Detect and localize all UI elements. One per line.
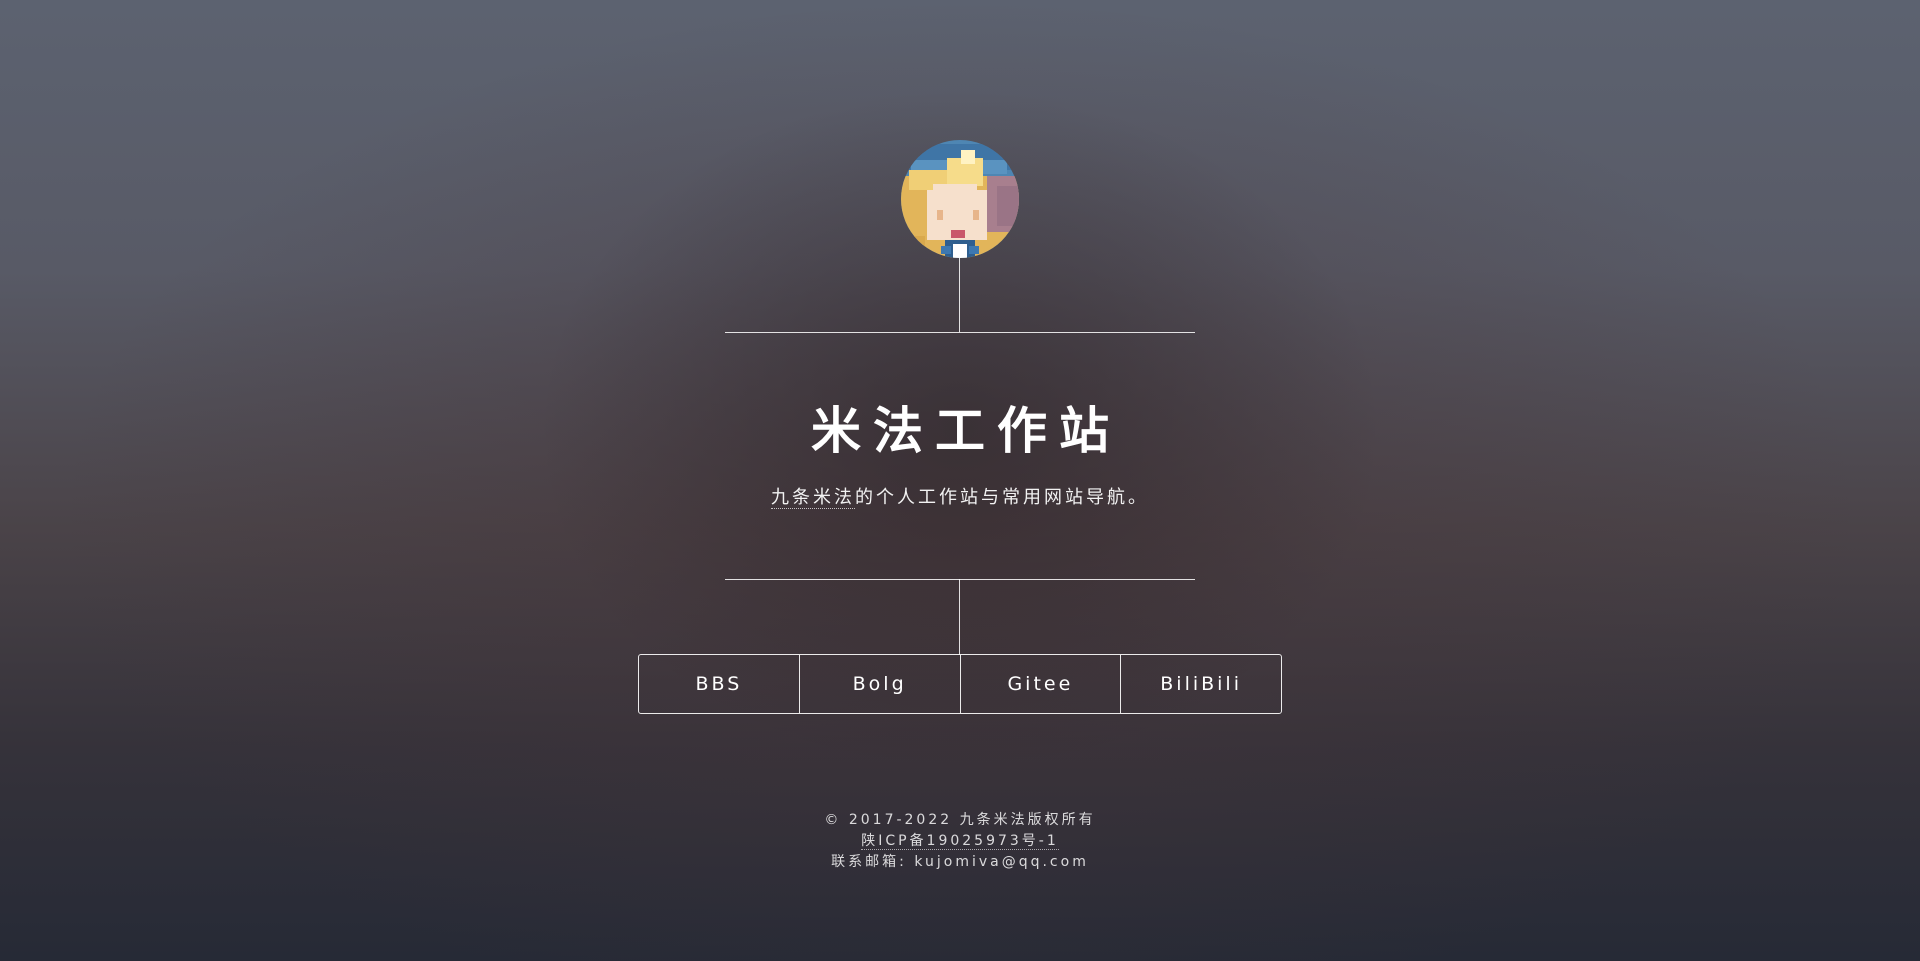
page-title: 米法工作站 — [811, 402, 1121, 460]
divider-top — [725, 332, 1195, 333]
nav-link-bilibili[interactable]: BiliBili — [1121, 655, 1281, 713]
connector-line-bottom — [959, 579, 960, 655]
email-address: kujomiva@qq.com — [914, 854, 1089, 870]
nav-link-bbs[interactable]: BBS — [639, 655, 800, 713]
icp-link[interactable]: 陕ICP备19025973号-1 — [861, 833, 1059, 850]
connector-line-top — [959, 258, 960, 332]
contact-line: 联系邮箱: kujomiva@qq.com — [560, 852, 1360, 873]
nav-link-blog[interactable]: Bolg — [800, 655, 961, 713]
avatar — [901, 140, 1019, 258]
nav-bar: BBS Bolg Gitee BiliBili — [638, 654, 1282, 714]
page-subtitle: 九条米法的个人工作站与常用网站导航。 — [560, 484, 1360, 512]
pixel-anime-avatar-icon — [901, 140, 1019, 258]
nav-link-gitee[interactable]: Gitee — [961, 655, 1122, 713]
copyright-text: © 2017-2022 九条米法版权所有 — [824, 812, 1096, 828]
author-link[interactable]: 九条米法 — [771, 487, 855, 509]
footer: © 2017-2022 九条米法版权所有 陕ICP备19025973号-1 联系… — [560, 810, 1360, 873]
subtitle-text: 的个人工作站与常用网站导航。 — [855, 487, 1149, 508]
divider-bottom — [725, 579, 1195, 580]
email-label: 联系邮箱: — [831, 854, 915, 870]
